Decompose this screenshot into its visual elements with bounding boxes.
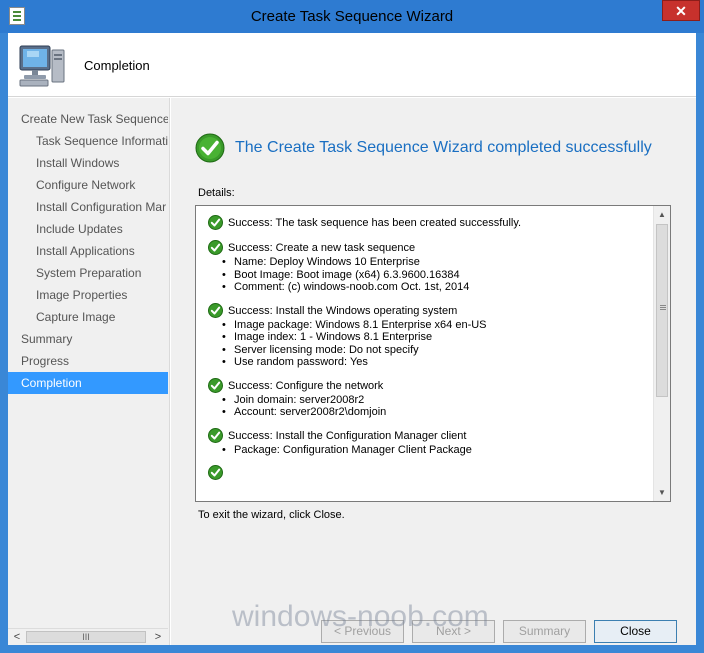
success-check-icon [208,302,223,318]
step-detail: Package: Configuration Manager Client Pa… [208,444,654,457]
sidebar-item[interactable]: Summary [8,328,168,350]
step-heading-text: Success: Install the Configuration Manag… [228,429,467,442]
sidebar-item[interactable]: Configure Network [8,174,168,196]
wizard-step-sidebar: Create New Task Sequence Task Sequence In… [8,98,170,645]
step-heading: Success: Install the Configuration Manag… [208,427,654,444]
sidebar-item[interactable]: Progress [8,350,168,372]
details-step: Success: The task sequence has been crea… [208,214,654,231]
sidebar-item[interactable]: Install Applications [8,240,168,262]
sidebar-item[interactable]: Task Sequence Informati [8,130,168,152]
success-check-icon [195,133,225,163]
scroll-right-arrow-icon[interactable]: > [150,630,166,645]
step-detail: Boot Image: Boot image (x64) 6.3.9600.16… [208,269,654,282]
sidebar-item[interactable]: Install Windows [8,152,168,174]
success-check-icon [208,377,223,393]
wizard-main-panel: The Create Task Sequence Wizard complete… [171,98,696,645]
step-heading-text: Success: Configure the network [228,379,384,392]
details-step: Success: Configure the network Join domai… [208,377,654,419]
success-check-icon [208,240,223,255]
scrollbar-thumb[interactable]: III [26,631,146,643]
step-heading: Success: Create a new task sequence [208,239,654,256]
step-heading-text: Success: Create a new task sequence [228,242,416,254]
scroll-down-arrow-icon[interactable]: ▼ [654,484,670,501]
wizard-step-list: Create New Task Sequence Task Sequence In… [8,108,168,394]
sidebar-item[interactable]: Include Updates [8,218,168,240]
window-title: Create Task Sequence Wizard [250,8,454,25]
success-check-icon [208,215,223,230]
step-heading: Success: The task sequence has been crea… [208,214,654,231]
completion-heading: The Create Task Sequence Wizard complete… [235,139,652,156]
scrollbar-thumb[interactable] [656,224,668,397]
step-detail: Use random password: Yes [208,356,654,369]
sidebar-item[interactable]: Image Properties [8,284,168,306]
step-detail: Image index: 1 - Windows 8.1 Enterprise [208,331,654,344]
scroll-left-arrow-icon[interactable]: < [9,630,25,645]
step-detail: Server licensing mode: Do not specify [208,344,654,357]
details-step: Success: Create a new task sequence Name:… [208,239,654,294]
page-title: Completion [84,58,150,73]
scroll-up-arrow-icon[interactable]: ▲ [654,206,670,223]
title-bar[interactable]: Create Task Sequence Wizard ✕ [0,0,704,33]
sidebar-item[interactable]: Capture Image [8,306,168,328]
sidebar-item[interactable]: System Preparation [8,262,168,284]
wizard-header: Completion [8,33,696,97]
step-detail: Image package: Windows 8.1 Enterprise x6… [208,319,654,332]
watermark: windows-noob.com [232,600,489,633]
exit-instructions: To exit the wizard, click Close. [198,509,345,521]
details-content: Success: The task sequence has been crea… [196,206,654,501]
step-detail: Account: server2008r2\domjoin [208,406,654,419]
details-label: Details: [198,187,235,199]
success-check-icon [208,465,223,480]
grip-icon [660,305,666,306]
details-vertical-scrollbar[interactable]: ▲ ▼ [653,206,670,501]
details-textbox[interactable]: Success: The task sequence has been crea… [195,205,671,502]
sidebar-item[interactable]: Create New Task Sequence [8,108,168,130]
step-heading-text: Success: The task sequence has been crea… [228,217,522,229]
step-heading: Success: Install the Windows operating s… [208,302,654,319]
sidebar-item[interactable]: Install Configuration Mar [8,196,168,218]
computer-icon [19,45,65,87]
step-heading-text: Success: Install the Windows operating s… [228,304,458,317]
wizard-window: Create Task Sequence Wizard ✕ Completion… [0,0,704,653]
step-detail: Join domain: server2008r2 [208,394,654,407]
step-detail: Comment: (c) windows-noob.com Oct. 1st, … [208,281,654,294]
details-step: Success: Install the Windows operating s… [208,302,654,369]
sidebar-item[interactable]: Completion [8,372,168,394]
sidebar-horizontal-scrollbar[interactable]: < III > [8,628,168,645]
step-heading: Success: Configure the network [208,377,654,394]
success-check-icon [208,427,223,443]
window-close-button[interactable]: ✕ [662,0,700,21]
step-detail: Name: Deploy Windows 10 Enterprise [208,256,654,269]
details-step: Success: Install the Configuration Manag… [208,427,654,457]
details-step [208,464,654,481]
summary-button[interactable]: Summary [503,620,586,643]
close-button[interactable]: Close [594,620,677,643]
step-heading [208,464,654,481]
wizard-client-area: Completion Create New Task Sequence Task … [8,33,696,645]
